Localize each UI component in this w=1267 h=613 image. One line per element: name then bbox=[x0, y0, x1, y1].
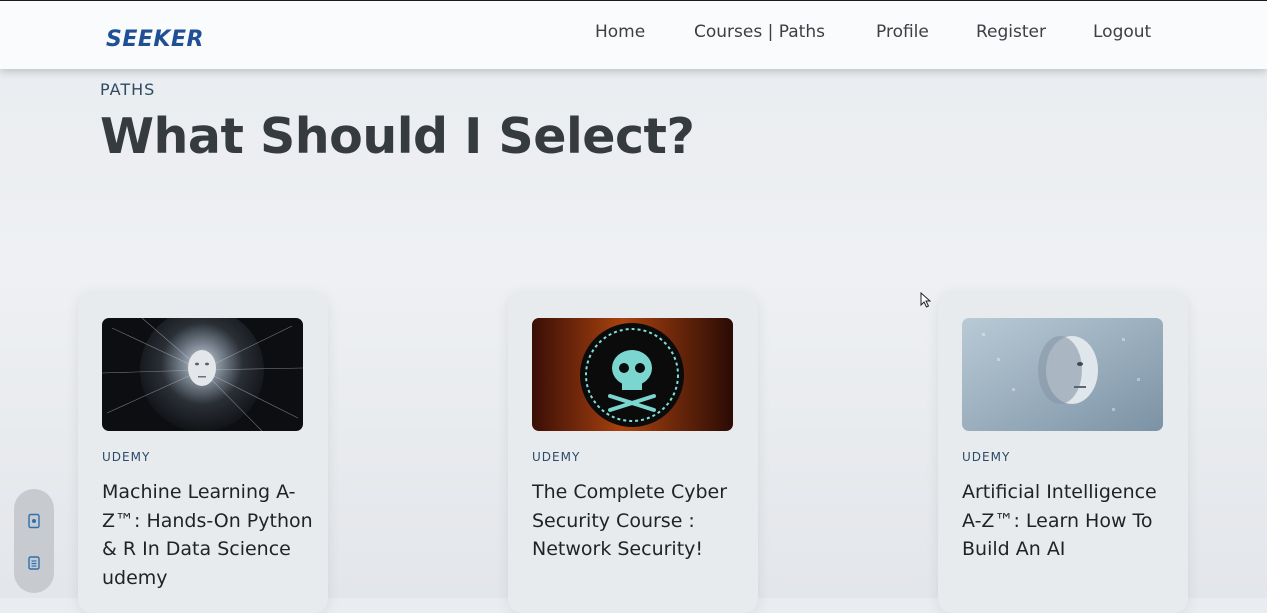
course-title[interactable]: Machine Learning A-Z™: Hands-On Python &… bbox=[102, 478, 317, 592]
nav-courses-paths-link[interactable]: Courses | Paths bbox=[694, 22, 825, 42]
course-provider: UDEMY bbox=[102, 450, 151, 464]
course-card[interactable]: UDEMY Artificial Intelligence A-Z™: Lear… bbox=[938, 293, 1188, 613]
top-navbar: SEEKER Home Courses | Paths Profile Regi… bbox=[0, 0, 1267, 69]
document-icon[interactable] bbox=[26, 513, 42, 529]
mouse-cursor-icon bbox=[920, 291, 932, 312]
skull-binary-image-svg bbox=[532, 318, 733, 431]
ai-head-dissolving-image[interactable] bbox=[962, 318, 1163, 431]
course-card[interactable]: UDEMY The Complete Cyber Security Course… bbox=[508, 293, 758, 613]
notepad-icon[interactable] bbox=[26, 555, 42, 571]
ai-head-dissolving-image-svg bbox=[962, 318, 1163, 431]
course-provider: UDEMY bbox=[962, 450, 1011, 464]
ai-face-particles-image[interactable] bbox=[102, 318, 303, 431]
skull-binary-image[interactable] bbox=[532, 318, 733, 431]
section-eyebrow: PATHS bbox=[100, 80, 156, 99]
nav-links: Home Courses | Paths Profile Register Lo… bbox=[0, 22, 1267, 46]
course-provider: UDEMY bbox=[532, 450, 581, 464]
course-title[interactable]: The Complete Cyber Security Course : Net… bbox=[532, 478, 747, 564]
nav-profile-link[interactable]: Profile bbox=[876, 22, 929, 42]
course-title[interactable]: Artificial Intelligence A-Z™: Learn How … bbox=[962, 478, 1177, 564]
nav-home-link[interactable]: Home bbox=[595, 22, 645, 42]
course-card[interactable]: UDEMY Machine Learning A-Z™: Hands-On Py… bbox=[78, 293, 328, 613]
side-tool-widget bbox=[14, 489, 54, 593]
nav-register-link[interactable]: Register bbox=[976, 22, 1046, 42]
page-title: What Should I Select? bbox=[100, 108, 695, 165]
nav-logout-link[interactable]: Logout bbox=[1093, 22, 1151, 42]
ai-face-particles-image-svg bbox=[102, 318, 303, 431]
